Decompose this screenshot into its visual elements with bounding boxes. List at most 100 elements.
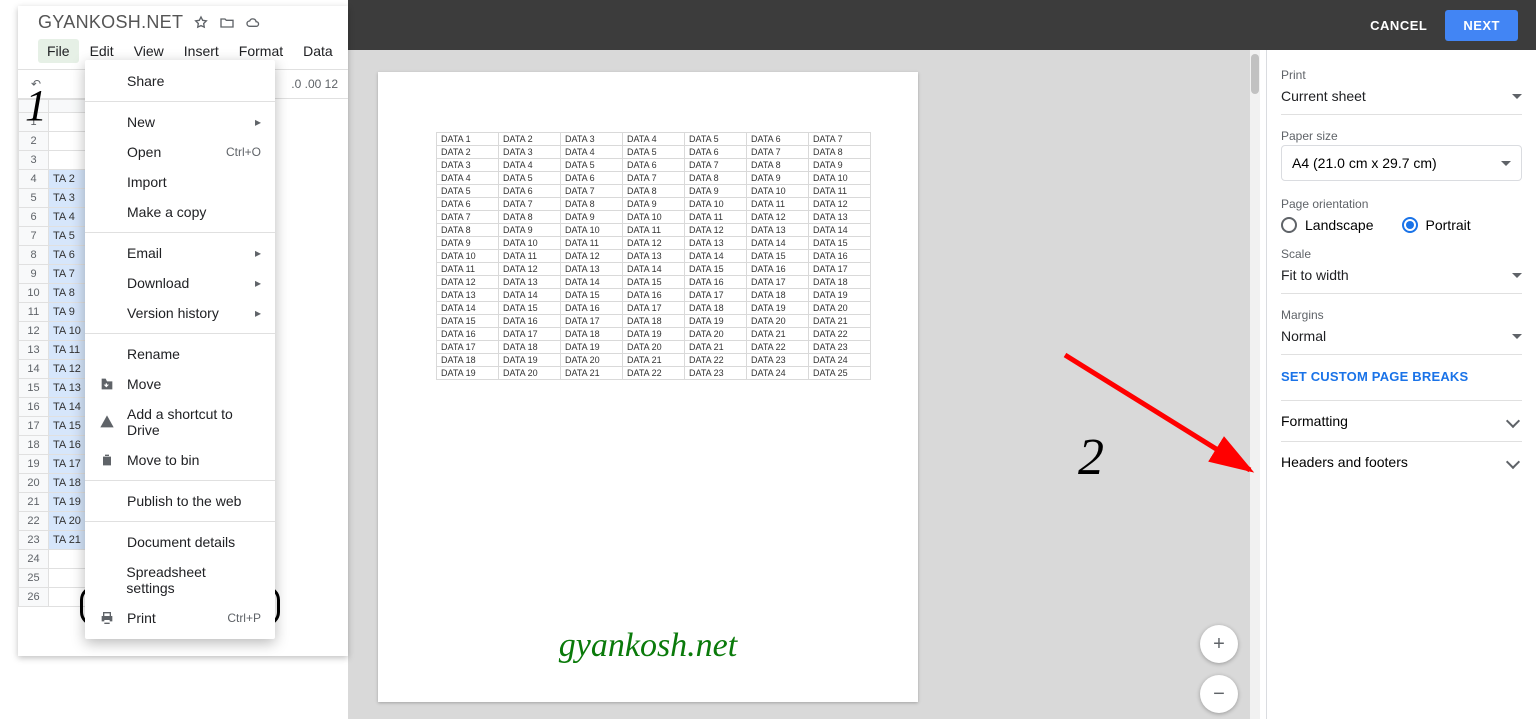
row-header[interactable]: 8 bbox=[19, 246, 49, 265]
row-header[interactable]: 23 bbox=[19, 531, 49, 550]
row-header[interactable]: 22 bbox=[19, 512, 49, 531]
preview-cell: DATA 12 bbox=[499, 263, 561, 276]
preview-cell: DATA 7 bbox=[561, 185, 623, 198]
row-header[interactable]: 2 bbox=[19, 132, 49, 151]
file-menu-new[interactable]: New▸ bbox=[85, 107, 275, 137]
preview-cell: DATA 15 bbox=[623, 276, 685, 289]
undo-icon[interactable]: ↶ bbox=[28, 77, 44, 91]
menu-data[interactable]: Data bbox=[294, 39, 342, 63]
file-menu-version-history[interactable]: Version history▸ bbox=[85, 298, 275, 328]
print-target-select[interactable]: Current sheet bbox=[1281, 84, 1522, 115]
row-header[interactable]: 12 bbox=[19, 322, 49, 341]
preview-cell: DATA 12 bbox=[747, 211, 809, 224]
row-header[interactable]: 14 bbox=[19, 360, 49, 379]
preview-cell: DATA 15 bbox=[437, 315, 499, 328]
row-header[interactable]: 7 bbox=[19, 227, 49, 246]
orientation-label: Page orientation bbox=[1281, 197, 1522, 211]
preview-cell: DATA 12 bbox=[809, 198, 871, 211]
preview-cell: DATA 16 bbox=[623, 289, 685, 302]
preview-cell: DATA 18 bbox=[437, 354, 499, 367]
row-header[interactable]: 1 bbox=[19, 113, 49, 132]
preview-cell: DATA 16 bbox=[685, 276, 747, 289]
preview-cell: DATA 19 bbox=[623, 328, 685, 341]
row-header[interactable]: 19 bbox=[19, 455, 49, 474]
margins-select[interactable]: Normal bbox=[1281, 324, 1522, 355]
row-header[interactable]: 9 bbox=[19, 265, 49, 284]
cloud-status-icon[interactable] bbox=[245, 15, 261, 31]
file-menu-move[interactable]: Move bbox=[85, 369, 275, 399]
row-header[interactable]: 16 bbox=[19, 398, 49, 417]
orientation-portrait-radio[interactable]: Portrait bbox=[1402, 217, 1471, 233]
preview-cell: DATA 4 bbox=[561, 146, 623, 159]
headers-footers-expander[interactable]: Headers and footers bbox=[1281, 441, 1522, 482]
file-menu-publish-to-the-web[interactable]: Publish to the web bbox=[85, 486, 275, 516]
document-title[interactable]: GYANKOSH.NET bbox=[38, 12, 183, 33]
file-menu-add-a-shortcut-to-drive[interactable]: Add a shortcut to Drive bbox=[85, 399, 275, 445]
preview-cell: DATA 9 bbox=[685, 185, 747, 198]
preview-cell: DATA 10 bbox=[685, 198, 747, 211]
row-header[interactable]: 18 bbox=[19, 436, 49, 455]
orientation-landscape-radio[interactable]: Landscape bbox=[1281, 217, 1374, 233]
file-menu-share[interactable]: Share bbox=[85, 66, 275, 96]
set-custom-page-breaks-link[interactable]: SET CUSTOM PAGE BREAKS bbox=[1281, 369, 1522, 384]
row-header[interactable]: 17 bbox=[19, 417, 49, 436]
preview-scrollbar[interactable] bbox=[1250, 50, 1260, 719]
preview-cell: DATA 5 bbox=[437, 185, 499, 198]
file-menu-rename[interactable]: Rename bbox=[85, 339, 275, 369]
row-header[interactable]: 5 bbox=[19, 189, 49, 208]
preview-cell: DATA 3 bbox=[499, 146, 561, 159]
preview-cell: DATA 21 bbox=[561, 367, 623, 380]
row-header[interactable]: 24 bbox=[19, 550, 49, 569]
preview-cell: DATA 14 bbox=[437, 302, 499, 315]
preview-cell: DATA 11 bbox=[809, 185, 871, 198]
zoom-in-button[interactable]: + bbox=[1200, 625, 1238, 663]
star-icon[interactable] bbox=[193, 15, 209, 31]
scale-select[interactable]: Fit to width bbox=[1281, 263, 1522, 294]
row-header[interactable]: 25 bbox=[19, 569, 49, 588]
preview-cell: DATA 11 bbox=[437, 263, 499, 276]
preview-cell: DATA 17 bbox=[685, 289, 747, 302]
file-menu-spreadsheet-settings[interactable]: Spreadsheet settings bbox=[85, 557, 275, 603]
next-button[interactable]: NEXT bbox=[1445, 10, 1518, 41]
file-menu-make-a-copy[interactable]: Make a copy bbox=[85, 197, 275, 227]
cancel-button[interactable]: CANCEL bbox=[1370, 18, 1427, 33]
file-menu-email[interactable]: Email▸ bbox=[85, 238, 275, 268]
preview-cell: DATA 20 bbox=[747, 315, 809, 328]
preview-cell: DATA 24 bbox=[747, 367, 809, 380]
row-header[interactable]: 3 bbox=[19, 151, 49, 170]
preview-cell: DATA 7 bbox=[747, 146, 809, 159]
preview-cell: DATA 13 bbox=[437, 289, 499, 302]
preview-cell: DATA 21 bbox=[747, 328, 809, 341]
file-menu-dropdown: Share New▸OpenCtrl+OImportMake a copy Emai… bbox=[85, 60, 275, 639]
row-header[interactable]: 26 bbox=[19, 588, 49, 607]
preview-cell: DATA 8 bbox=[561, 198, 623, 211]
preview-cell: DATA 8 bbox=[623, 185, 685, 198]
row-header[interactable]: 13 bbox=[19, 341, 49, 360]
preview-cell: DATA 19 bbox=[437, 367, 499, 380]
paper-size-select[interactable]: A4 (21.0 cm x 29.7 cm) bbox=[1281, 145, 1522, 181]
row-header[interactable]: 4 bbox=[19, 170, 49, 189]
row-header[interactable]: 15 bbox=[19, 379, 49, 398]
preview-cell: DATA 18 bbox=[623, 315, 685, 328]
menu-file[interactable]: File bbox=[38, 39, 79, 63]
file-menu-document-details[interactable]: Document details bbox=[85, 527, 275, 557]
row-header[interactable]: 6 bbox=[19, 208, 49, 227]
move-folder-icon[interactable] bbox=[219, 15, 235, 31]
formatting-expander[interactable]: Formatting bbox=[1281, 400, 1522, 441]
row-header[interactable]: 21 bbox=[19, 493, 49, 512]
file-menu-download[interactable]: Download▸ bbox=[85, 268, 275, 298]
preview-cell: DATA 8 bbox=[437, 224, 499, 237]
file-menu-open[interactable]: OpenCtrl+O bbox=[85, 137, 275, 167]
row-header[interactable]: 11 bbox=[19, 303, 49, 322]
print-dialog-top-bar: CANCEL NEXT bbox=[348, 0, 1536, 50]
zoom-out-button[interactable]: − bbox=[1200, 675, 1238, 713]
preview-cell: DATA 3 bbox=[561, 133, 623, 146]
file-menu-move-to-bin[interactable]: Move to bin bbox=[85, 445, 275, 475]
file-menu-import[interactable]: Import bbox=[85, 167, 275, 197]
preview-cell: DATA 19 bbox=[809, 289, 871, 302]
preview-cell: DATA 23 bbox=[685, 367, 747, 380]
row-header[interactable]: 20 bbox=[19, 474, 49, 493]
preview-cell: DATA 2 bbox=[499, 133, 561, 146]
file-menu-print[interactable]: PrintCtrl+P bbox=[85, 603, 275, 633]
row-header[interactable]: 10 bbox=[19, 284, 49, 303]
